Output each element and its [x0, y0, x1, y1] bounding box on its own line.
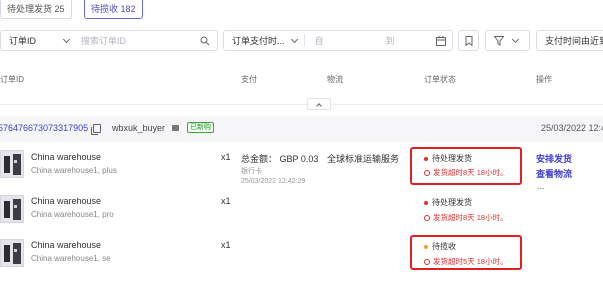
product-quantity: x1 — [221, 152, 231, 162]
view-logistics-link[interactable]: 查看物流 — [536, 167, 572, 180]
pay-time-filter-group: 订单支付时... 自 到 — [223, 30, 453, 51]
product-name: China warehouse — [31, 152, 102, 162]
column-header-actions: 操作 — [536, 75, 552, 84]
product-thumbnail[interactable] — [0, 239, 24, 267]
bookmark-button[interactable] — [458, 30, 479, 51]
copy-icon[interactable] — [91, 124, 101, 135]
buyer-name[interactable]: wbxuk_buyer — [112, 123, 165, 133]
status-label: 待处理发货 — [432, 198, 472, 207]
more-actions[interactable]: ... — [537, 181, 545, 191]
product-quantity: x1 — [221, 240, 231, 250]
product-sku: China warehouse1, pro — [31, 210, 114, 219]
payment-method: 银行卡 — [241, 168, 262, 175]
tab-pending-shipment[interactable]: 待处理发货 25 — [0, 0, 72, 19]
divider — [0, 104, 603, 105]
divider — [303, 34, 305, 47]
chevron-down-icon[interactable] — [290, 35, 298, 43]
sort-label: 支付时间由近到 — [545, 36, 603, 46]
payment-total: 总金额： GBP 0.03 — [241, 154, 319, 164]
arrange-shipment-link[interactable]: 安排发货 — [536, 152, 572, 165]
chevron-down-icon[interactable] — [62, 35, 71, 43]
highlight-box — [410, 147, 522, 185]
highlight-box — [410, 235, 522, 270]
tab-label: 待揽收 182 — [91, 3, 136, 14]
column-header-payment: 支付 — [241, 75, 257, 84]
order-management-page: 待处理发货 25 待揽收 182 订单ID 搜索订单ID 订单支付时... 自 … — [0, 0, 603, 296]
product-name: China warehouse — [31, 240, 102, 250]
chevron-down-icon — [511, 35, 520, 43]
column-header-order-id: 订单ID — [0, 75, 24, 84]
tab-label: 待处理发货 25 — [7, 3, 65, 14]
warning-text: 发货超时8天 18小时。 — [433, 213, 508, 222]
column-header-status: 订单状态 — [424, 75, 456, 84]
order-id-search-group: 订单ID 搜索订单ID — [0, 30, 218, 51]
tab-awaiting-pickup[interactable]: 待揽收 182 — [84, 0, 143, 19]
product-quantity: x1 — [221, 196, 231, 206]
search-icon[interactable] — [200, 36, 210, 46]
logistics-service: 全球标准运输服务 — [327, 154, 400, 164]
filter-button[interactable] — [485, 30, 530, 51]
collapse-button[interactable] — [307, 98, 331, 110]
chat-icon[interactable] — [172, 125, 179, 131]
product-name: China warehouse — [31, 196, 102, 206]
status-dot — [424, 200, 428, 205]
product-sku: China warehouse1, se — [31, 254, 111, 263]
product-sku: China warehouse1, plus — [31, 166, 117, 175]
order-status: 待处理发货 — [424, 197, 472, 208]
order-id-search-input[interactable]: 搜索订单ID — [81, 34, 126, 47]
date-end-input[interactable]: 到 — [386, 34, 395, 47]
pay-time-select[interactable]: 订单支付时... — [224, 34, 285, 47]
filter-icon — [494, 35, 504, 46]
product-thumbnail[interactable] — [0, 195, 24, 223]
status-badge: 已新购 — [187, 122, 214, 133]
payment-time: 25/03/2022 12:42:29 — [241, 178, 306, 185]
timeout-warning: 发货超时8天 18小时。 — [424, 212, 508, 223]
calendar-icon[interactable] — [436, 36, 446, 46]
column-header-logistics: 物流 — [327, 75, 343, 84]
order-id-select[interactable]: 订单ID — [1, 34, 36, 47]
product-thumbnail[interactable] — [0, 150, 24, 178]
bookmark-icon — [465, 35, 472, 46]
order-date: 25/03/2022 12:4 — [541, 123, 603, 133]
sort-select[interactable]: 支付时间由近到 — [536, 30, 603, 51]
order-id-link[interactable]: 576476673073317905 — [0, 123, 88, 133]
chevron-up-icon — [316, 102, 322, 109]
date-start-input[interactable]: 自 — [315, 34, 324, 47]
clock-icon — [424, 214, 430, 221]
